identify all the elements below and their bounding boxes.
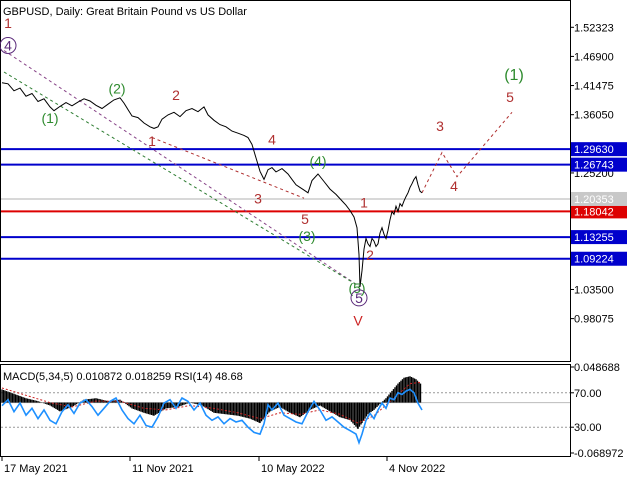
- level-tag-label: 1.13255: [574, 232, 614, 244]
- wave-label: (3): [298, 228, 315, 244]
- wave-label: 4: [268, 131, 276, 147]
- level-tag-label: 1.09224: [574, 254, 614, 266]
- price-tick-label: 1.46900: [574, 51, 614, 63]
- level-tag-label: 1.18042: [574, 206, 614, 218]
- price-tick-label: 1.36050: [574, 110, 614, 122]
- wave-label: 5: [301, 211, 309, 227]
- wave-label: 5: [506, 89, 514, 105]
- wave-label: 5: [355, 290, 363, 306]
- price-axis: 1.52323 1.46900 1.41475 1.36050 1.29630 1.267…: [570, 22, 614, 326]
- wave-label: 4: [450, 178, 458, 194]
- level-tag-label: 1.26743: [574, 160, 614, 172]
- price-tick-label: 0.98075: [574, 314, 614, 326]
- level-tags: 1.29630 1.26743 1.18042 1.13255 1.09224 1.203…: [571, 142, 627, 266]
- level-tag-label: 1.29630: [574, 144, 614, 156]
- wave-label: 1: [360, 194, 368, 210]
- wave-label: (2): [108, 80, 125, 96]
- wave-label: (1): [504, 67, 524, 84]
- time-tick-label: 17 May 2021: [4, 463, 68, 475]
- chart-title: GBPUSD, Daily: Great Britain Pound vs US…: [3, 6, 247, 18]
- price-tick-label: 1.41475: [574, 81, 614, 93]
- wave-label: V: [353, 312, 363, 328]
- price-tick-label: 1.03500: [574, 284, 614, 296]
- wave-label: 1: [148, 133, 156, 149]
- wave-label: 4: [4, 38, 12, 54]
- wave-label: 2: [366, 247, 374, 263]
- indicator-axis: 0.048688 70.00 30.00 -0.068972: [570, 362, 624, 460]
- price-panel: [0, 0, 571, 362]
- wave-label: 2: [172, 87, 180, 103]
- wave-label: (4): [309, 153, 326, 169]
- indicator-tick-label: 30.00: [574, 422, 602, 434]
- current-price-label: 1.20353: [574, 194, 614, 206]
- indicator-tick-label: -0.068972: [574, 448, 624, 460]
- wave-label: 3: [436, 118, 444, 134]
- indicator-tick-label: 0.048688: [574, 362, 620, 374]
- wave-label: (1): [41, 110, 58, 126]
- time-tick-label: 11 Nov 2021: [132, 463, 194, 475]
- time-axis: 17 May 2021 11 Nov 2021 10 May 2022 4 Nov 2…: [1, 457, 445, 475]
- chart: (1)(2)(3)(4)(5)(1)1234512345V541 1.52323…: [0, 0, 627, 475]
- wave-label: 3: [254, 191, 262, 207]
- indicator-label: MACD(5,34,5) 0.010872 0.018259 RSI(14) 4…: [3, 371, 243, 383]
- time-tick-label: 4 Nov 2022: [389, 463, 445, 475]
- indicator-tick-label: 70.00: [574, 388, 602, 400]
- time-tick-label: 10 May 2022: [261, 463, 325, 475]
- price-tick-label: 1.52323: [574, 22, 614, 34]
